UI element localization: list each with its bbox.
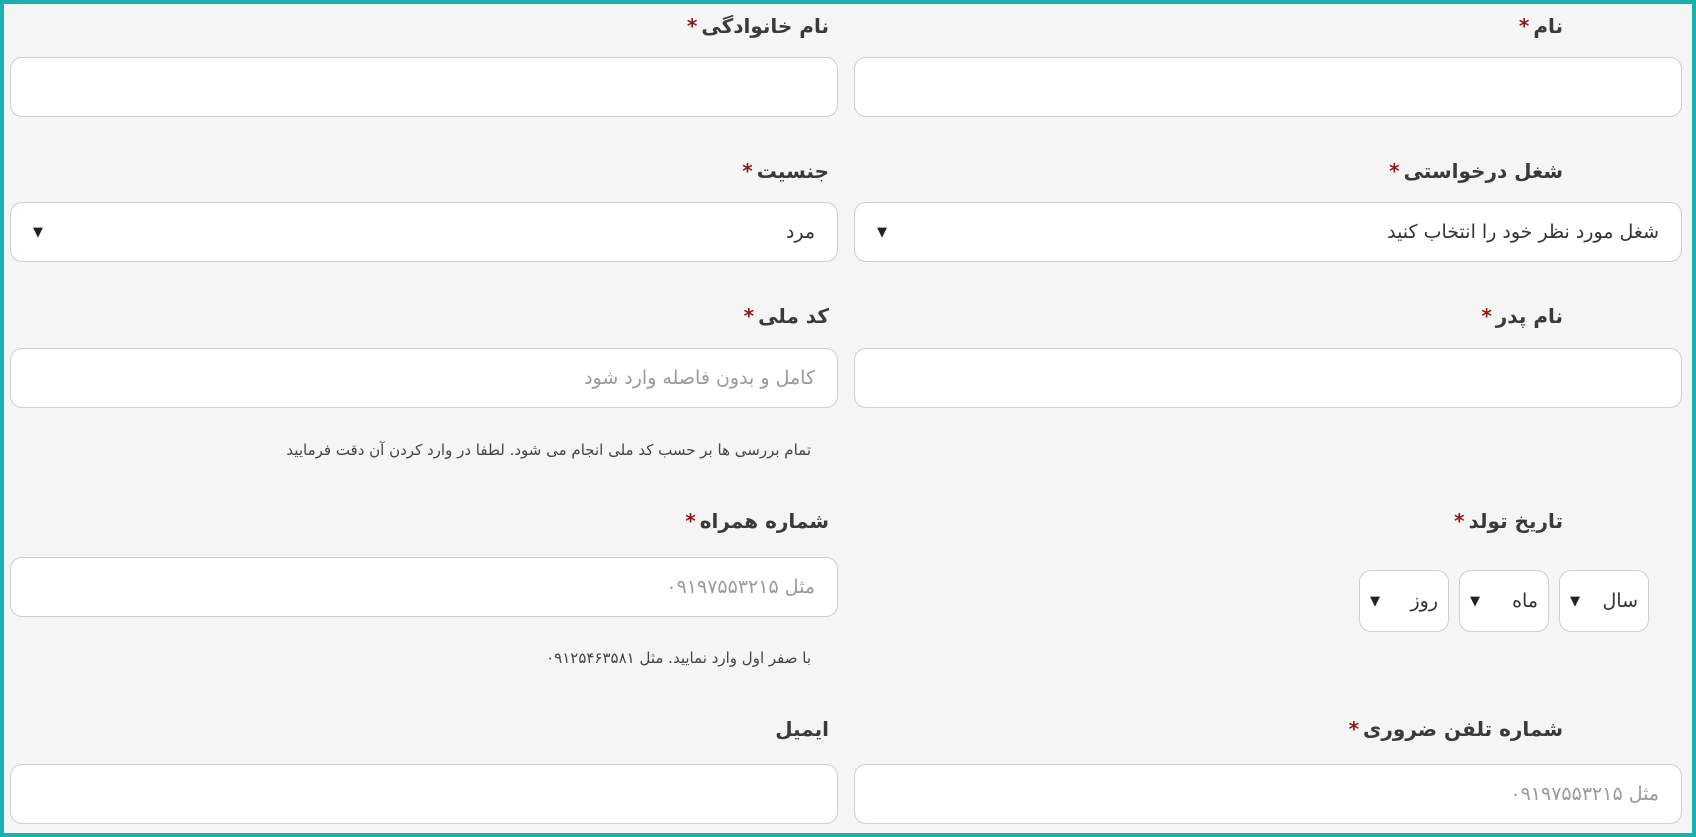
- national-code-hint: تمام بررسی ها بر حسب کد ملی انجام می شود…: [286, 441, 811, 459]
- mobile-input[interactable]: [10, 557, 838, 617]
- birth-date-label: تاریخ تولد*: [1454, 509, 1563, 533]
- required-mark: *: [742, 159, 753, 183]
- email-input[interactable]: [10, 764, 838, 824]
- gender-label: جنسیت*: [742, 159, 829, 183]
- mobile-hint: با صفر اول وارد نمایید. مثل ۰۹۱۲۵۴۶۳۵۸۱: [546, 649, 811, 667]
- gender-select-value: مرد: [785, 221, 815, 243]
- mobile-label: شماره همراه*: [685, 509, 829, 533]
- job-select-value: شغل مورد نظر خود را انتخاب کنید: [1387, 221, 1659, 243]
- required-mark: *: [1454, 509, 1465, 533]
- birth-year-value: سال: [1602, 590, 1638, 612]
- last-name-input[interactable]: [10, 57, 838, 117]
- national-code-input[interactable]: [10, 348, 838, 408]
- job-label: شغل درخواستی*: [1389, 159, 1563, 183]
- national-code-label: کد ملی*: [743, 304, 829, 328]
- chevron-down-icon: ▼: [877, 224, 887, 240]
- first-name-input[interactable]: [854, 57, 1682, 117]
- birth-day-select[interactable]: روز ▼: [1359, 570, 1449, 632]
- email-label: ایمیل: [775, 717, 829, 741]
- required-mark: *: [743, 304, 755, 328]
- chevron-down-icon: ▼: [1470, 593, 1480, 609]
- chevron-down-icon: ▼: [33, 224, 43, 240]
- chevron-down-icon: ▼: [1570, 593, 1580, 609]
- required-mark: *: [1481, 304, 1492, 328]
- last-name-label: نام خانوادگی*: [686, 14, 829, 38]
- required-mark: *: [1518, 14, 1530, 38]
- birth-month-select[interactable]: ماه ▼: [1459, 570, 1549, 632]
- first-name-label: نام*: [1518, 14, 1563, 38]
- emergency-phone-input[interactable]: [854, 764, 1682, 824]
- chevron-down-icon: ▼: [1370, 593, 1380, 609]
- father-name-input[interactable]: [854, 348, 1682, 408]
- emergency-phone-label: شماره تلفن ضروری*: [1348, 717, 1563, 741]
- required-mark: *: [1348, 717, 1360, 741]
- gender-select[interactable]: مرد ▼: [10, 202, 838, 262]
- birth-month-value: ماه: [1512, 590, 1538, 612]
- required-mark: *: [1389, 159, 1400, 183]
- form-frame: نام* نام خانوادگی* شغل درخواستی* شغل مور…: [0, 0, 1696, 837]
- required-mark: *: [686, 14, 698, 38]
- required-mark: *: [685, 509, 696, 533]
- father-name-label: نام پدر*: [1481, 304, 1563, 328]
- birth-day-value: روز: [1410, 590, 1438, 612]
- birth-year-select[interactable]: سال ▼: [1559, 570, 1649, 632]
- job-select[interactable]: شغل مورد نظر خود را انتخاب کنید ▼: [854, 202, 1682, 262]
